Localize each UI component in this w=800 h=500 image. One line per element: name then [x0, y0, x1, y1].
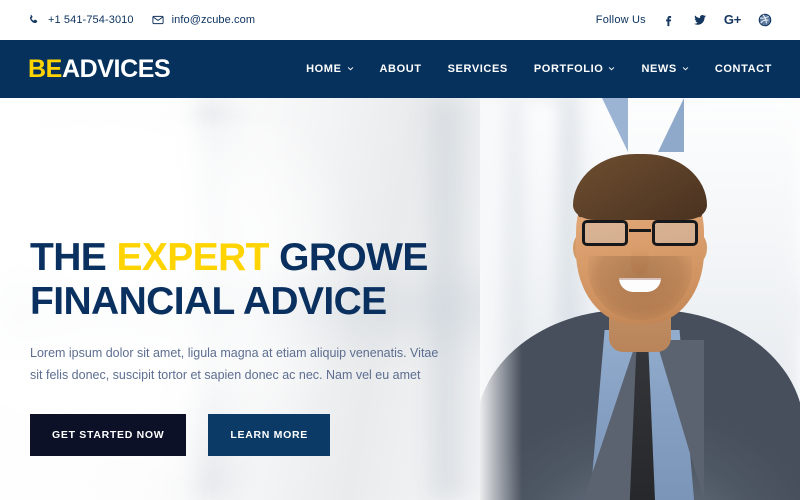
hero-section: THE EXPERT GROWE FINANCIAL ADVICE Lorem … [0, 98, 800, 500]
headline-part-the: THE [30, 236, 117, 279]
nav-item-portfolio[interactable]: PORTFOLIO [534, 63, 616, 75]
hero-button-group: GET STARTED NOW LEARN MORE [30, 414, 500, 456]
follow-us-label: Follow Us [595, 14, 646, 26]
twitter-icon[interactable] [693, 13, 707, 27]
site-header: BEADVICES HOME ABOUT SERVICES PORTFOLIO [0, 40, 800, 98]
logo-text-be: BE [28, 54, 62, 83]
top-bar-contact-group: +1 541-754-3010 info@zcube.com [28, 14, 255, 26]
main-navigation: HOME ABOUT SERVICES PORTFOLIO NEWS CONTA… [306, 63, 772, 75]
nav-label-home: HOME [306, 63, 342, 75]
top-bar-social-group: Follow Us G+ [596, 13, 772, 27]
chevron-down-icon [682, 65, 689, 72]
nav-label-services: SERVICES [447, 63, 508, 75]
get-started-button[interactable]: GET STARTED NOW [30, 414, 187, 456]
phone-link[interactable]: +1 541-754-3010 [28, 14, 134, 26]
nav-item-about[interactable]: ABOUT [380, 63, 422, 75]
eyeglass-lens-left [582, 220, 628, 246]
necktie [629, 348, 656, 500]
nav-item-news[interactable]: NEWS [641, 63, 689, 75]
google-plus-icon[interactable]: G+ [724, 13, 741, 27]
chevron-down-icon [608, 65, 615, 72]
shirt-collar-left [602, 98, 628, 152]
nav-item-services[interactable]: SERVICES [448, 63, 508, 75]
shirt-collar-right [658, 98, 684, 152]
nav-label-news: NEWS [641, 63, 677, 75]
headline-line-two: FINANCIAL ADVICE [30, 280, 387, 323]
eyeglass-lens-right [652, 220, 698, 246]
phone-number-text: +1 541-754-3010 [48, 14, 134, 26]
mail-icon [152, 14, 164, 26]
dribbble-icon[interactable] [758, 13, 772, 27]
chevron-down-icon [347, 65, 354, 72]
hero-content: THE EXPERT GROWE FINANCIAL ADVICE Lorem … [30, 236, 500, 456]
eyeglasses-icon [582, 220, 698, 248]
social-links: G+ [662, 13, 772, 27]
nose [630, 248, 649, 274]
top-bar: +1 541-754-3010 info@zcube.com Follow Us [0, 0, 800, 40]
hero-headline: THE EXPERT GROWE FINANCIAL ADVICE [30, 236, 500, 324]
email-address-text: info@zcube.com [171, 14, 256, 26]
nav-label-about: ABOUT [379, 63, 422, 75]
learn-more-button[interactable]: LEARN MORE [208, 414, 330, 456]
email-link[interactable]: info@zcube.com [152, 14, 256, 26]
headline-part-growe: GROWE [268, 236, 428, 279]
logo-text-advices: ADVICES [61, 54, 171, 83]
hero-businessman-image [480, 98, 800, 500]
headline-part-expert: EXPERT [116, 236, 269, 279]
phone-icon [28, 14, 40, 26]
nav-item-contact[interactable]: CONTACT [715, 63, 772, 75]
hero-subtext: Lorem ipsum dolor sit amet, ligula magna… [30, 346, 439, 382]
nav-label-contact: CONTACT [714, 63, 772, 75]
site-logo[interactable]: BEADVICES [28, 54, 171, 83]
eyeglass-bridge [629, 229, 651, 232]
nav-item-home[interactable]: HOME [306, 63, 353, 75]
facebook-icon[interactable] [662, 13, 676, 27]
nav-label-portfolio: PORTFOLIO [533, 63, 604, 75]
